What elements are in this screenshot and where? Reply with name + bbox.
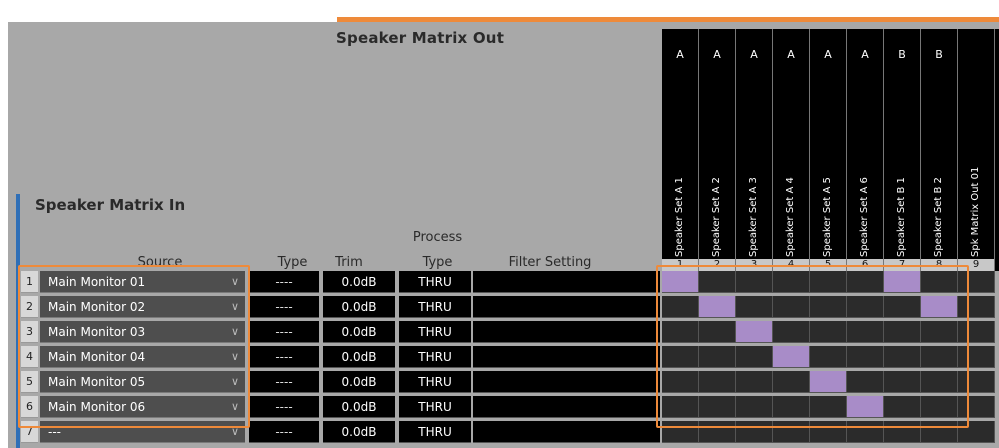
filter-setting-cell[interactable] bbox=[473, 421, 660, 443]
output-channel-name-cell[interactable]: Spk Matrix Out 01 bbox=[958, 81, 995, 259]
filter-setting-cell[interactable] bbox=[473, 271, 660, 293]
output-channel-name-text: Speaker Set A 5 bbox=[822, 177, 833, 257]
type-cell[interactable]: ---- bbox=[249, 396, 319, 418]
filter-setting-cell[interactable] bbox=[473, 371, 660, 393]
output-group-label bbox=[958, 29, 995, 81]
source-selection-highlight bbox=[18, 265, 250, 428]
output-channel-name-cell[interactable]: Speaker Set B 1 bbox=[884, 81, 921, 259]
filter-setting-cell[interactable] bbox=[473, 346, 660, 368]
output-channel-name-cell[interactable]: Speaker Set A 5 bbox=[810, 81, 847, 259]
type-cell[interactable]: ---- bbox=[249, 421, 319, 443]
process-type-cell[interactable]: THRU bbox=[399, 421, 471, 443]
matrix-out-accent-bar bbox=[337, 17, 999, 22]
trim-cell[interactable]: 0.0dB bbox=[323, 321, 395, 343]
type-cell[interactable]: ---- bbox=[249, 271, 319, 293]
process-column-header-line1: Process bbox=[412, 230, 463, 245]
trim-cell[interactable]: 0.0dB bbox=[323, 271, 395, 293]
output-channel-name-cell[interactable]: Speaker Set A 4 bbox=[773, 81, 810, 259]
type-cell[interactable]: ---- bbox=[249, 321, 319, 343]
process-type-cell[interactable]: THRU bbox=[399, 296, 471, 318]
type-column-header: Type bbox=[277, 255, 308, 270]
output-channel-name-text: Speaker Set A 1 bbox=[674, 177, 685, 257]
trim-cell[interactable]: 0.0dB bbox=[323, 371, 395, 393]
output-group-label: A bbox=[736, 29, 773, 81]
matrix-in-title: Speaker Matrix In bbox=[35, 196, 186, 214]
matrix-out-title: Speaker Matrix Out bbox=[336, 29, 505, 47]
process-type-cell[interactable]: THRU bbox=[399, 396, 471, 418]
trim-cell[interactable]: 0.0dB bbox=[323, 346, 395, 368]
output-group-label: A bbox=[810, 29, 847, 81]
output-group-label: A bbox=[773, 29, 810, 81]
output-channel-name-cell[interactable]: Speaker Set A 3 bbox=[736, 81, 773, 259]
output-group-label: A bbox=[847, 29, 884, 81]
filter-setting-cell[interactable] bbox=[473, 396, 660, 418]
matrix-selection-highlight bbox=[656, 265, 969, 428]
output-channel-name-text: Speaker Set A 2 bbox=[711, 177, 722, 257]
process-type-cell[interactable]: THRU bbox=[399, 346, 471, 368]
output-channel-name-text: Speaker Set A 3 bbox=[748, 177, 759, 257]
output-channel-name-cell[interactable]: Speaker Set A 6 bbox=[847, 81, 884, 259]
output-group-label: B bbox=[921, 29, 958, 81]
process-type-cell[interactable]: THRU bbox=[399, 371, 471, 393]
output-channel-name-cell[interactable]: Speaker Set A 1 bbox=[662, 81, 699, 259]
output-group-label: A bbox=[699, 29, 736, 81]
trim-column-header: Trim bbox=[335, 255, 363, 270]
output-group-label: A bbox=[662, 29, 699, 81]
output-channel-name-text: Speaker Set B 1 bbox=[896, 177, 907, 257]
trim-cell[interactable]: 0.0dB bbox=[323, 421, 395, 443]
output-channel-name-cell[interactable]: Speaker Set A 2 bbox=[699, 81, 736, 259]
output-channel-name-text: Speaker Set A 4 bbox=[785, 177, 796, 257]
trim-cell[interactable]: 0.0dB bbox=[323, 296, 395, 318]
output-group-label: B bbox=[884, 29, 921, 81]
type-cell[interactable]: ---- bbox=[249, 371, 319, 393]
process-type-cell[interactable]: THRU bbox=[399, 321, 471, 343]
type-cell[interactable]: ---- bbox=[249, 296, 319, 318]
filter-setting-cell[interactable] bbox=[473, 296, 660, 318]
output-channel-name-text: Spk Matrix Out 01 bbox=[970, 166, 981, 257]
process-column-header-line2: Type bbox=[422, 255, 453, 270]
type-cell[interactable]: ---- bbox=[249, 346, 319, 368]
filter-column-header: Filter Setting bbox=[508, 255, 592, 270]
output-channel-name-text: Speaker Set A 6 bbox=[859, 177, 870, 257]
output-channel-name-cell[interactable]: Speaker Set B 2 bbox=[921, 81, 958, 259]
process-type-cell[interactable]: THRU bbox=[399, 271, 471, 293]
trim-cell[interactable]: 0.0dB bbox=[323, 396, 395, 418]
filter-setting-cell[interactable] bbox=[473, 321, 660, 343]
speaker-output-header: A Speaker Set A 1 1 A Speaker Set A 2 2 A Speak… bbox=[662, 29, 999, 271]
output-channel-name-text: Speaker Set B 2 bbox=[933, 177, 944, 257]
